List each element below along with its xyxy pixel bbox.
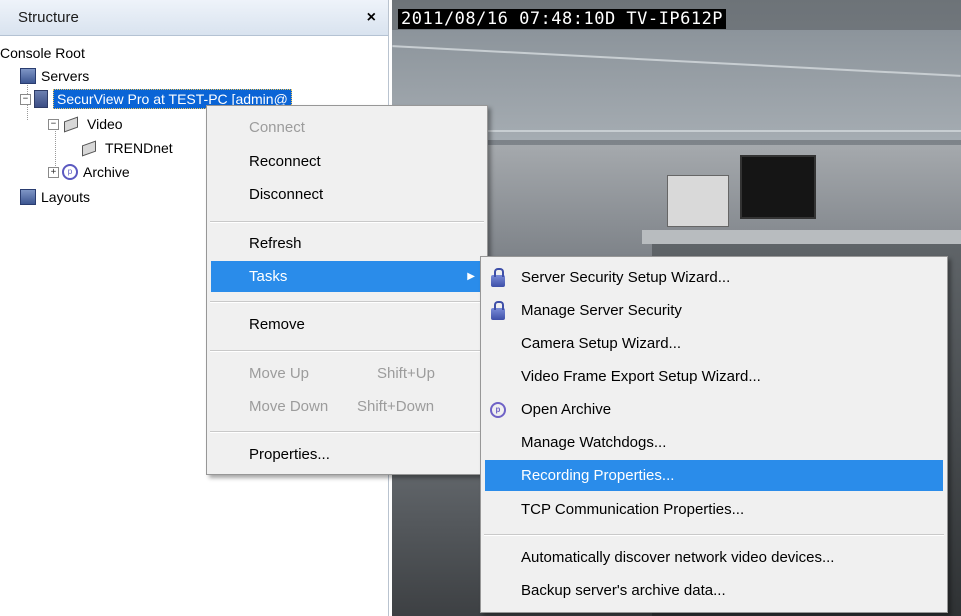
tasks-submenu: Server Security Setup Wizard... Manage S…: [480, 256, 948, 613]
menu-item-open-archive[interactable]: p Open Archive: [481, 394, 947, 425]
menu-item-label: Recording Properties...: [521, 467, 675, 484]
tree-item-label: Servers: [41, 68, 90, 84]
menu-item-label: Connect: [249, 119, 305, 136]
menu-item-remove[interactable]: Remove: [207, 309, 487, 340]
context-menu: Connect Reconnect Disconnect Refresh Tas…: [206, 105, 488, 475]
video-box: [667, 175, 729, 227]
tree-item-camera[interactable]: TRENDnet: [80, 137, 173, 159]
menu-item-label: Backup server's archive data...: [521, 582, 726, 599]
menu-item-label: Reconnect: [249, 153, 321, 170]
tree-item-label: Archive: [83, 164, 130, 180]
tree-item-label: Video: [87, 116, 123, 132]
panel-header: Structure ×: [0, 0, 388, 36]
menu-item-label: TCP Communication Properties...: [521, 501, 745, 518]
menu-item-label: Open Archive: [521, 401, 612, 418]
submenu-arrow-icon: ▶: [467, 271, 475, 282]
tree-item-label: TRENDnet: [105, 140, 173, 156]
video-timestamp-overlay: 2011/08/16 07:48:10D TV-IP612P: [398, 9, 727, 29]
menu-item-label: Refresh: [249, 235, 302, 252]
menu-item-refresh[interactable]: Refresh: [207, 228, 487, 259]
menu-item-connect[interactable]: Connect: [207, 112, 487, 143]
menu-separator: [210, 350, 484, 352]
menu-item-reconnect[interactable]: Reconnect: [207, 146, 487, 177]
menu-item-label: Video Frame Export Setup Wizard...: [521, 368, 761, 385]
menu-item-label: Remove: [249, 316, 305, 333]
expand-icon[interactable]: +: [48, 166, 59, 178]
menu-separator: [484, 534, 944, 536]
menu-item-label: Manage Watchdogs...: [521, 434, 667, 451]
collapse-icon[interactable]: −: [20, 93, 31, 105]
menu-item-recording-properties[interactable]: Recording Properties...: [485, 460, 943, 491]
menu-separator: [210, 221, 484, 223]
tree-item-servers[interactable]: Servers: [20, 65, 89, 87]
archive-icon: p: [62, 164, 78, 180]
menu-item-label: Move Down: [249, 398, 329, 415]
menu-item-manage-watchdogs[interactable]: Manage Watchdogs...: [481, 427, 947, 458]
menu-item-tasks[interactable]: Tasks ▶: [211, 261, 483, 292]
menu-item-properties[interactable]: Properties...: [207, 439, 487, 470]
security-lock-icon: [489, 267, 507, 287]
menu-item-move-down[interactable]: Move Down Shift+Down: [207, 391, 487, 422]
menu-item-move-up[interactable]: Move Up Shift+Up: [207, 358, 487, 389]
video-monitor: [740, 155, 816, 219]
security-lock-icon: [489, 300, 507, 320]
menu-item-manage-server-security[interactable]: Manage Server Security: [481, 295, 947, 326]
camera-icon: [80, 140, 100, 156]
panel-title: Structure: [18, 9, 79, 26]
menu-separator: [210, 431, 484, 433]
menu-item-label: Manage Server Security: [521, 302, 682, 319]
menu-shortcut: Shift+Down: [357, 398, 435, 415]
menu-item-label: Properties...: [249, 446, 330, 463]
tree-item-label: Layouts: [41, 189, 91, 205]
menu-item-label: Automatically discover network video dev…: [521, 549, 835, 566]
menu-item-camera-setup-wizard[interactable]: Camera Setup Wizard...: [481, 328, 947, 359]
menu-item-video-frame-export-wizard[interactable]: Video Frame Export Setup Wizard...: [481, 361, 947, 392]
collapse-icon[interactable]: −: [48, 118, 59, 130]
menu-item-tcp-communication-properties[interactable]: TCP Communication Properties...: [481, 494, 947, 525]
tree-item-console-root[interactable]: Console Root: [0, 42, 85, 64]
menu-shortcut: Shift+Up: [377, 365, 435, 382]
archive-icon: p: [489, 401, 507, 419]
menu-item-disconnect[interactable]: Disconnect: [207, 179, 487, 210]
layouts-folder-icon: [20, 189, 36, 205]
menu-item-server-security-wizard[interactable]: Server Security Setup Wizard...: [481, 262, 947, 293]
server-icon: [34, 90, 48, 108]
menu-item-label: Tasks: [249, 268, 288, 285]
tree-item-label: Console Root: [0, 45, 85, 61]
tree-item-layouts[interactable]: Layouts: [20, 186, 90, 208]
menu-separator: [210, 301, 484, 303]
camera-group-icon: [62, 116, 82, 132]
menu-item-label: Move Up: [249, 365, 310, 382]
video-desk: [642, 230, 961, 244]
menu-item-auto-discover[interactable]: Automatically discover network video dev…: [481, 542, 947, 573]
menu-item-label: Disconnect: [249, 186, 324, 203]
menu-item-backup-archive[interactable]: Backup server's archive data...: [481, 575, 947, 606]
servers-folder-icon: [20, 68, 36, 84]
menu-item-label: Server Security Setup Wizard...: [521, 269, 731, 286]
tree-item-video[interactable]: − Video: [48, 113, 123, 135]
close-icon[interactable]: ×: [367, 9, 376, 27]
menu-item-label: Camera Setup Wizard...: [521, 335, 682, 352]
tree-item-archive[interactable]: + p Archive: [48, 161, 130, 183]
